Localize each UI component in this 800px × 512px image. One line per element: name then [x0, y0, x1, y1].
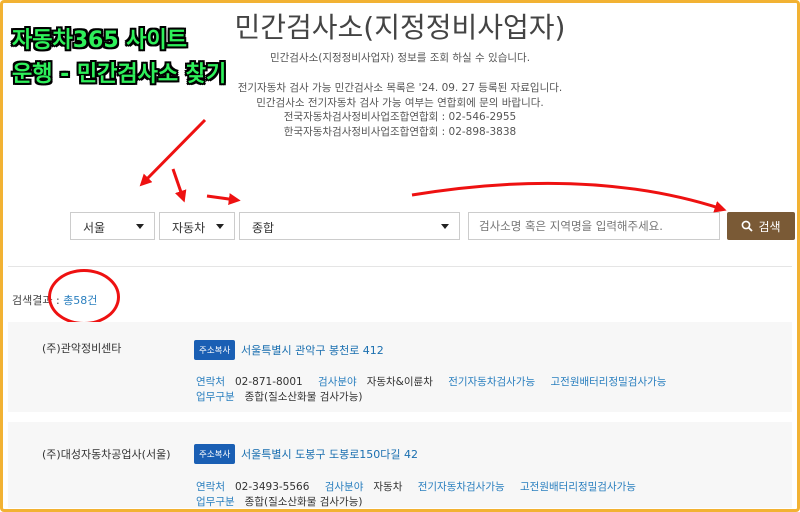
divider	[8, 266, 792, 267]
station-work-row: 업무구분 종합(질소산화물 검사가능)	[196, 494, 362, 509]
field-label: 검사분야	[324, 481, 364, 493]
annotation-circle	[48, 269, 120, 325]
overlay-caption-line1: 자동차365 사이트	[12, 28, 188, 53]
vehicle-type-select[interactable]: 자동차	[159, 212, 235, 240]
contact-value: 02-3493-5566	[235, 481, 310, 493]
hv-badge: 고전원배터리정밀검사가능	[550, 376, 667, 388]
work-label: 업무구분	[196, 391, 235, 403]
ev-badge: 전기자동차검사가능	[448, 376, 536, 388]
station-work-row: 업무구분 종합(질소산화물 검사가능)	[196, 389, 362, 404]
search-button-label: 검색	[758, 219, 781, 234]
field-value: 자동차	[373, 481, 403, 493]
chevron-down-icon	[216, 224, 224, 229]
result-card: (주)관악정비센타 주소복사 서울특별시 관악구 봉천로 412 연락처 02-…	[8, 322, 792, 412]
field-value: 자동차&이륜차	[366, 376, 433, 388]
vehicle-type-select-value: 자동차	[172, 221, 206, 235]
contact-label: 연락처	[196, 376, 225, 388]
field-label: 검사분야	[318, 376, 357, 388]
copy-address-button[interactable]: 주소복사	[194, 444, 236, 464]
overlay-caption-line2: 운행 - 민간검사소 찾기	[12, 62, 227, 87]
station-address[interactable]: 서울특별시 관악구 봉천로 412	[241, 342, 384, 358]
chevron-down-icon	[136, 224, 144, 229]
info-contact-2: 한국자동차검사정비사업조합연합회 : 02-898-3838	[283, 126, 517, 138]
search-input[interactable]	[468, 212, 720, 240]
hv-badge: 고전원배터리정밀검사가능	[520, 481, 636, 493]
info-contact-1: 전국자동차검사정비사업조합연합회 : 02-546-2955	[283, 111, 517, 123]
work-value: 종합(질소산화물 검사가능)	[244, 496, 363, 508]
station-details-row: 연락처 02-871-8001 검사분야 자동차&이륜차 전기자동차검사가능 고…	[196, 374, 666, 389]
arrow-to-category	[206, 193, 241, 205]
work-label: 업무구분	[196, 496, 235, 508]
search-icon	[742, 220, 754, 232]
category-select[interactable]: 종합	[239, 212, 460, 240]
result-card: (주)대성자동차공업사(서울) 주소복사 서울특별시 도봉구 도봉로150다길 …	[8, 422, 792, 508]
ev-badge: 전기자동차검사가능	[417, 481, 505, 493]
work-value: 종합(질소산화물 검사가능)	[244, 391, 363, 403]
search-button[interactable]: 검색	[727, 212, 795, 240]
station-name: (주)대성자동차공업사(서울)	[42, 448, 171, 461]
info-ev-inquiry: 민간검사소 전기자동차 검사 가능 여부는 연합회에 문의 바랍니다.	[256, 97, 544, 109]
station-details-row: 연락처 02-3493-5566 검사분야 자동차 전기자동차검사가능 고전원배…	[196, 479, 636, 494]
contact-value: 02-871-8001	[235, 376, 303, 388]
region-select-value: 서울	[83, 221, 106, 235]
region-select[interactable]: 서울	[70, 212, 155, 240]
arrow-to-search	[411, 181, 727, 213]
contact-label: 연락처	[196, 481, 225, 493]
copy-address-button[interactable]: 주소복사	[194, 340, 236, 360]
category-select-value: 종합	[252, 221, 275, 235]
station-address[interactable]: 서울특별시 도봉구 도봉로150다길 42	[241, 446, 418, 462]
chevron-down-icon	[441, 224, 449, 229]
arrow-to-vehicle-type	[171, 168, 187, 203]
station-name: (주)관악정비센타	[42, 342, 122, 355]
